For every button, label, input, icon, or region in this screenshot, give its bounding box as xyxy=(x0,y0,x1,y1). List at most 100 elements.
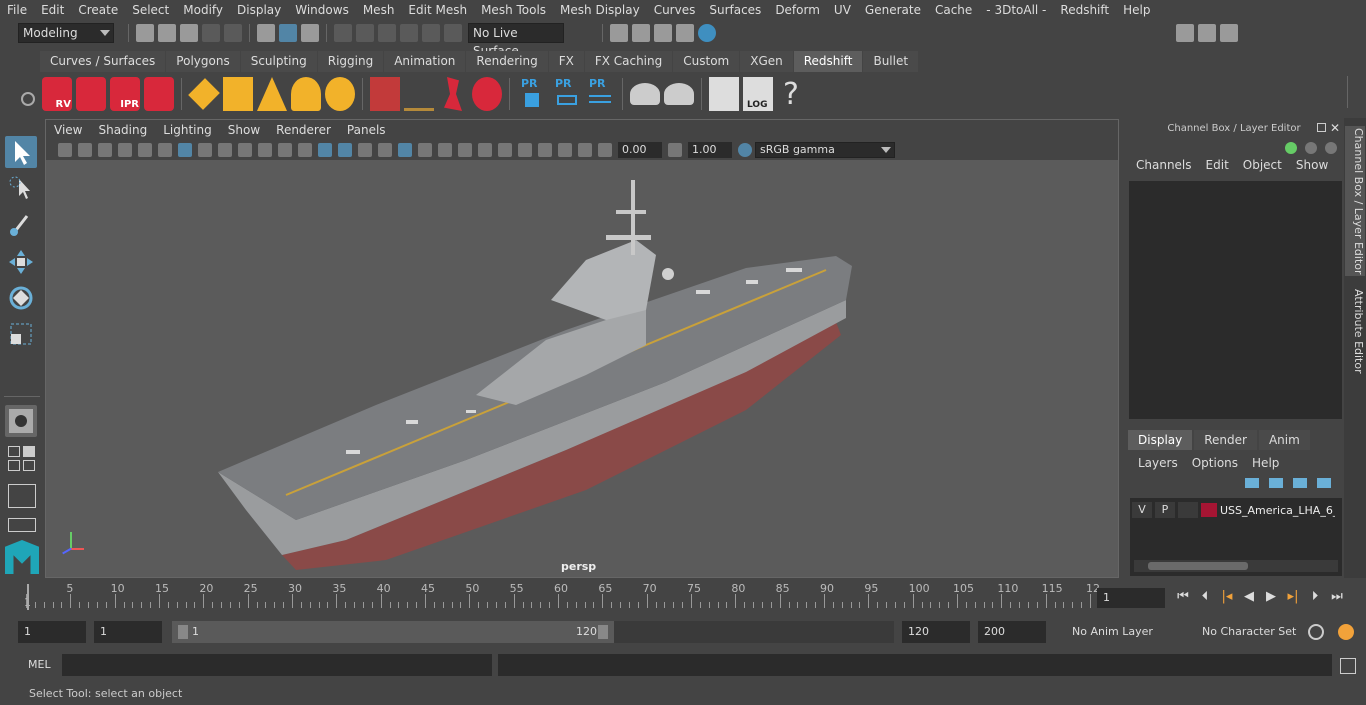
layer-horizontal-scrollbar[interactable] xyxy=(1134,560,1338,572)
shelf-tab-redshift[interactable]: Redshift xyxy=(793,51,863,72)
go-to-start-icon[interactable]: ⏮ xyxy=(1174,587,1192,607)
save-scene-icon[interactable] xyxy=(180,24,198,42)
channel-box-menu-channels[interactable]: Channels xyxy=(1129,158,1199,172)
manipulator-icon[interactable] xyxy=(1285,142,1297,154)
step-back-key-icon[interactable]: ⏴ xyxy=(1196,587,1214,607)
layer-menu-layers[interactable]: Layers xyxy=(1131,456,1185,470)
timeline-playhead[interactable] xyxy=(27,584,29,610)
layer-tab-anim[interactable]: Anim xyxy=(1258,430,1310,450)
redshift-render-view-icon[interactable]: RV xyxy=(42,77,72,111)
motion-blur-icon[interactable] xyxy=(458,143,472,157)
channel-box-menu-object[interactable]: Object xyxy=(1236,158,1289,172)
layer-color-swatch[interactable] xyxy=(1201,503,1217,517)
rs-volume-icon[interactable] xyxy=(444,77,462,111)
viewport-menu-shading[interactable]: Shading xyxy=(90,123,155,137)
render-view-icon[interactable] xyxy=(610,24,628,42)
menu-redshift[interactable]: Redshift xyxy=(1053,0,1116,20)
gamma-icon[interactable] xyxy=(668,143,682,157)
bookmark-icon[interactable] xyxy=(98,143,112,157)
play-forward-icon[interactable]: ▶ xyxy=(1262,587,1280,607)
shelf-tab-custom[interactable]: Custom xyxy=(673,51,740,72)
range-end-handle[interactable] xyxy=(598,625,608,639)
shelf-tab-curves-surfaces[interactable]: Curves / Surfaces xyxy=(40,51,166,72)
rs-area-light-icon[interactable] xyxy=(223,77,253,111)
redshift-batch-icon[interactable] xyxy=(76,77,106,111)
rs-script-icon[interactable] xyxy=(709,77,739,111)
new-layer-icon[interactable] xyxy=(1293,478,1307,488)
menu-mesh-tools[interactable]: Mesh Tools xyxy=(474,0,553,20)
viewport-menu-lighting[interactable]: Lighting xyxy=(155,123,220,137)
hypershade-icon[interactable] xyxy=(698,24,716,42)
layer-row[interactable]: V P USS_America_LHA_6_W xyxy=(1132,501,1340,519)
gate-mask-icon[interactable] xyxy=(238,143,252,157)
shelf-scroll-arrows[interactable] xyxy=(1347,76,1357,108)
snap-surface-icon[interactable] xyxy=(422,24,440,42)
layer-display-type[interactable] xyxy=(1178,502,1198,518)
shelf-tab-rigging[interactable]: Rigging xyxy=(317,51,384,72)
snap-grid-icon[interactable] xyxy=(334,24,352,42)
menu-modify[interactable]: Modify xyxy=(176,0,230,20)
layer-playback-toggle[interactable]: P xyxy=(1155,502,1175,518)
layer-visibility-toggle[interactable]: V xyxy=(1132,502,1152,518)
redo-icon[interactable] xyxy=(224,24,242,42)
gamma-field[interactable]: 1.00 xyxy=(688,142,732,158)
step-forward-frame-icon[interactable]: ▸| xyxy=(1284,587,1302,607)
rs-help-icon[interactable]: ? xyxy=(777,77,807,112)
paint-select-tool-icon[interactable] xyxy=(5,208,37,240)
shelf-tab-fx[interactable]: FX xyxy=(548,51,584,72)
menu-cache[interactable]: Cache xyxy=(928,0,979,20)
menu-deform[interactable]: Deform xyxy=(768,0,827,20)
rs-sphere-icon[interactable] xyxy=(472,77,502,111)
anim-preferences-icon[interactable] xyxy=(1338,624,1354,640)
go-to-end-icon[interactable]: ⏭ xyxy=(1328,587,1346,607)
move-layer-up-icon[interactable] xyxy=(1245,478,1259,488)
single-layout-icon[interactable] xyxy=(8,518,36,532)
shelf-tab-bullet[interactable]: Bullet xyxy=(863,51,919,72)
menu-mesh-display[interactable]: Mesh Display xyxy=(553,0,647,20)
menu-curves[interactable]: Curves xyxy=(647,0,703,20)
shadows-icon[interactable] xyxy=(418,143,432,157)
isolate-select-icon[interactable] xyxy=(518,143,532,157)
move-tool-icon[interactable] xyxy=(5,246,37,278)
command-language-label[interactable]: MEL xyxy=(28,658,51,671)
undo-icon[interactable] xyxy=(202,24,220,42)
safe-title-icon[interactable] xyxy=(298,143,312,157)
layers-icon[interactable] xyxy=(1220,24,1238,42)
rs-pr-box-icon[interactable]: PR xyxy=(517,77,547,111)
rs-sun-sky-icon[interactable] xyxy=(325,77,355,111)
anim-layer-selector[interactable]: No Anim Layer xyxy=(1052,622,1176,642)
menu-edit-mesh[interactable]: Edit Mesh xyxy=(401,0,474,20)
auto-key-icon[interactable] xyxy=(1308,624,1324,640)
use-lights-icon[interactable] xyxy=(398,143,412,157)
layout-icon[interactable] xyxy=(1198,24,1216,42)
snap-point-icon[interactable] xyxy=(378,24,396,42)
channel-box-menu-show[interactable]: Show xyxy=(1289,158,1335,172)
grid-icon[interactable] xyxy=(178,143,192,157)
snap-curve-icon[interactable] xyxy=(356,24,374,42)
rs-hair-icon[interactable] xyxy=(404,77,434,111)
ambient-occlusion-icon[interactable] xyxy=(438,143,452,157)
textured-icon[interactable] xyxy=(378,143,392,157)
rs-pr-export-icon[interactable]: PR xyxy=(551,77,581,111)
shelf-tab-polygons[interactable]: Polygons xyxy=(166,51,240,72)
2d-pan-zoom-icon[interactable] xyxy=(138,143,152,157)
viewport-canvas[interactable]: persp xyxy=(46,160,1118,577)
current-frame-field[interactable]: 1 xyxy=(1097,588,1165,608)
speed-icon[interactable] xyxy=(1305,142,1317,154)
layer-tab-display[interactable]: Display xyxy=(1128,430,1193,450)
new-scene-icon[interactable] xyxy=(136,24,154,42)
field-chart-icon[interactable] xyxy=(258,143,272,157)
colorspace-selector[interactable]: sRGB gamma xyxy=(755,142,895,158)
xray-components-icon[interactable] xyxy=(578,143,592,157)
shelf-tab-rendering[interactable]: Rendering xyxy=(466,51,548,72)
redshift-settings-icon[interactable] xyxy=(144,77,174,111)
menu-display[interactable]: Display xyxy=(230,0,288,20)
play-backward-icon[interactable]: ◀ xyxy=(1240,587,1258,607)
rs-log-icon[interactable]: LOG xyxy=(743,77,773,111)
wireframe-icon[interactable] xyxy=(318,143,332,157)
rs-material-2-icon[interactable] xyxy=(664,83,694,105)
channel-box-menu-edit[interactable]: Edit xyxy=(1199,158,1236,172)
range-slider-track[interactable]: 1 120 xyxy=(172,621,614,643)
script-editor-icon[interactable] xyxy=(1340,658,1356,674)
time-slider[interactable]: 1510152025303540455055606570758085909510… xyxy=(18,580,1100,612)
